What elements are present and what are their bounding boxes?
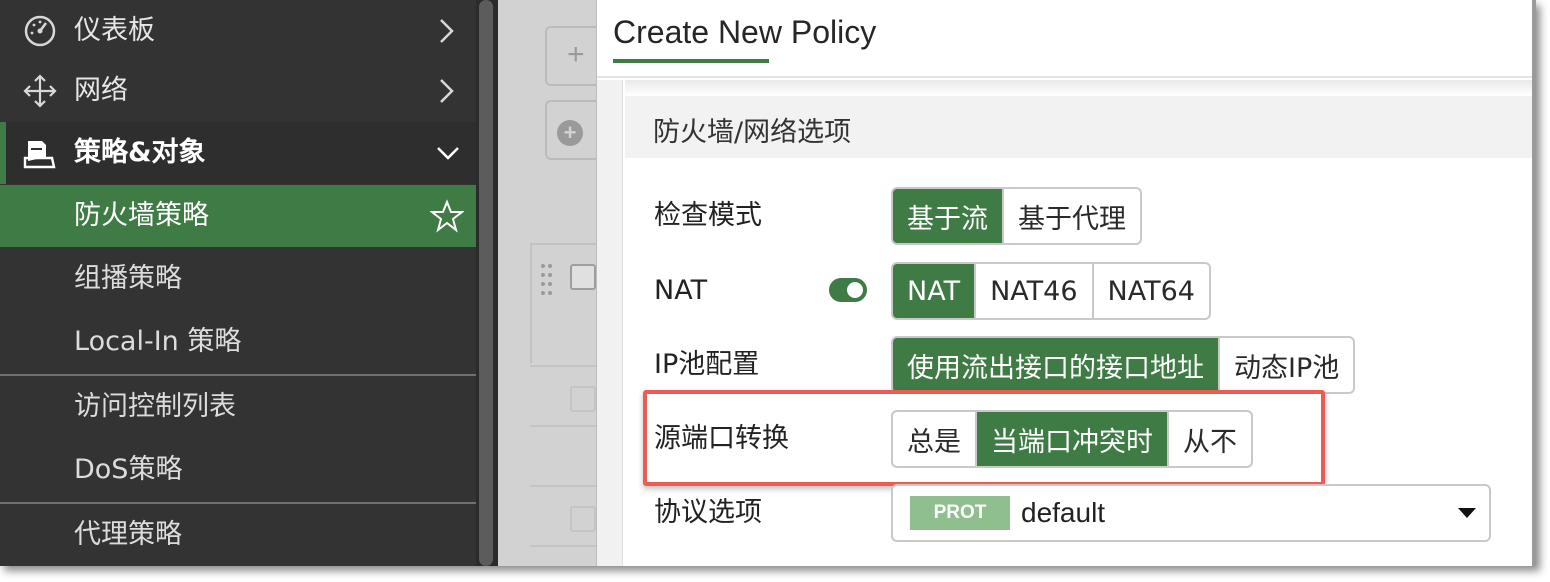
protocol-options-label: 协议选项	[654, 497, 762, 528]
dashboard-icon	[24, 15, 56, 47]
sidebar-item-dashboard[interactable]: 仪表板	[0, 0, 476, 62]
dialog-header: Create New Policy	[597, 0, 1532, 78]
dialog-scrollbar[interactable]	[1532, 0, 1536, 566]
sidebar-scrollbar[interactable]	[476, 0, 498, 566]
sidebar-item-dos-policy[interactable]: DoS策略	[0, 439, 476, 501]
sidebar-item-local-in-policy[interactable]: Local-In 策略	[0, 311, 476, 373]
section-title: 防火墙/网络选项	[653, 117, 852, 148]
header-shadow	[625, 80, 1532, 96]
network-arrows-icon	[23, 74, 57, 108]
sidebar-item-label: 仪表板	[74, 15, 155, 46]
section-header-firewall-network[interactable]: 防火墙/网络选项	[625, 96, 1532, 158]
protocol-options-value: default	[1021, 497, 1106, 528]
toggle-knob	[847, 282, 863, 298]
sidebar-item-label: 代理策略	[74, 519, 182, 550]
inspection-mode-label: 检查模式	[654, 200, 762, 231]
sidebar-item-proxy-policy[interactable]: 代理策略	[0, 504, 476, 566]
nat-type-selector: NAT NAT46 NAT64	[891, 262, 1211, 320]
sidebar-item-access-control-list[interactable]: 访问控制列表	[0, 376, 476, 438]
ip-pool-label: IP池配置	[654, 349, 760, 380]
background-select-all-checkbox	[570, 264, 596, 290]
source-port-translation-label: 源端口转换	[654, 423, 789, 454]
chevron-right-icon	[440, 19, 454, 43]
inspection-mode-selector: 基于流 基于代理	[891, 187, 1142, 245]
plus-circle-icon: +	[557, 120, 583, 146]
nat-option[interactable]: NAT	[893, 264, 975, 318]
app-window: 仪表板 网络 策略&对象 防火墙策略 组播策略 Local-In 策略 访问控制…	[0, 0, 1536, 566]
inspection-mode-proxy-option[interactable]: 基于代理	[1002, 189, 1140, 243]
sidebar-item-multicast-policy[interactable]: 组播策略	[0, 248, 476, 310]
sidebar-item-label: 防火墙策略	[74, 200, 209, 231]
sidebar-item-policy-objects[interactable]: 策略&对象	[0, 122, 476, 184]
protocol-profile-badge: PROT	[910, 496, 1010, 530]
source-port-never-option[interactable]: 从不	[1167, 412, 1251, 466]
drag-grip-icon	[541, 264, 552, 295]
dialog-left-gutter	[597, 80, 623, 566]
chevron-right-icon	[440, 79, 454, 103]
ip-pool-dynamic-option[interactable]: 动态IP池	[1218, 338, 1353, 392]
plus-icon: +	[567, 38, 585, 71]
sidebar-item-label: 组播策略	[74, 263, 182, 294]
create-policy-dialog: Create New Policy 防火墙/网络选项 检查模式 基于流 基于代理…	[596, 0, 1536, 566]
chevron-down-icon	[437, 147, 459, 160]
ip-pool-selector: 使用流出接口的接口地址 动态IP池	[891, 336, 1356, 394]
nat64-option[interactable]: NAT64	[1091, 264, 1209, 318]
sidebar-item-label: Local-In 策略	[74, 326, 242, 357]
sidebar-item-label: 策略&对象	[74, 137, 206, 168]
sidebar-item-label: DoS策略	[74, 454, 183, 485]
inspection-mode-flow-option[interactable]: 基于流	[893, 189, 1002, 243]
dialog-title: Create New Policy	[613, 14, 877, 50]
policy-objects-icon	[23, 141, 56, 169]
sidebar-item-label: 访问控制列表	[74, 391, 236, 422]
nat-toggle[interactable]	[829, 278, 867, 302]
ip-pool-outgoing-interface-option[interactable]: 使用流出接口的接口地址	[893, 338, 1218, 392]
nat46-option[interactable]: NAT46	[974, 264, 1091, 318]
dialog-title-underline	[613, 59, 769, 63]
sidebar-scrollbar-thumb[interactable]	[479, 0, 493, 566]
protocol-options-select[interactable]: PROT default	[891, 484, 1491, 542]
section-active-bar	[0, 122, 6, 184]
source-port-on-conflict-option[interactable]: 当端口冲突时	[975, 412, 1167, 466]
background-row-checkbox	[570, 506, 596, 532]
sidebar-item-label: 网络	[74, 75, 128, 106]
sidebar-item-network[interactable]: 网络	[0, 60, 476, 122]
sidebar: 仪表板 网络 策略&对象 防火墙策略 组播策略 Local-In 策略 访问控制…	[0, 0, 476, 566]
source-port-translation-selector: 总是 当端口冲突时 从不	[891, 410, 1253, 468]
star-icon[interactable]	[430, 199, 464, 233]
background-row-checkbox	[570, 386, 596, 412]
nat-label: NAT	[654, 275, 708, 306]
sidebar-item-firewall-policy[interactable]: 防火墙策略	[0, 185, 476, 247]
caret-down-icon	[1458, 508, 1476, 518]
source-port-always-option[interactable]: 总是	[893, 412, 975, 466]
